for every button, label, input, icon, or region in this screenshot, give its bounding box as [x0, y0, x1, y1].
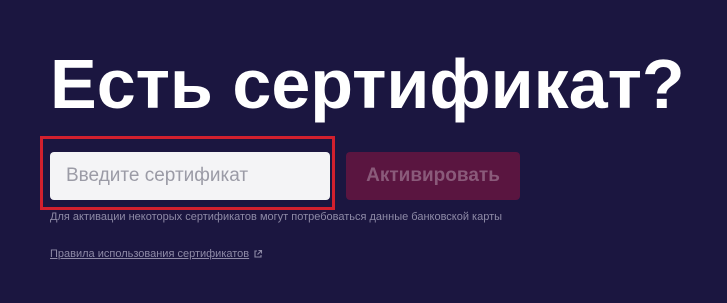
certificate-rules-link-label: Правила использования сертификатов	[50, 248, 250, 260]
certificate-input[interactable]	[50, 152, 330, 200]
external-link-icon	[254, 249, 263, 258]
page-title: Есть сертификат?	[50, 45, 685, 123]
certificate-page: Есть сертификат? Активировать Для актива…	[0, 0, 727, 303]
bank-card-note: Для активации некоторых сертификатов мог…	[50, 211, 503, 223]
certificate-rules-link[interactable]: Правила использования сертификатов	[50, 247, 263, 261]
activate-button[interactable]: Активировать	[346, 152, 520, 200]
